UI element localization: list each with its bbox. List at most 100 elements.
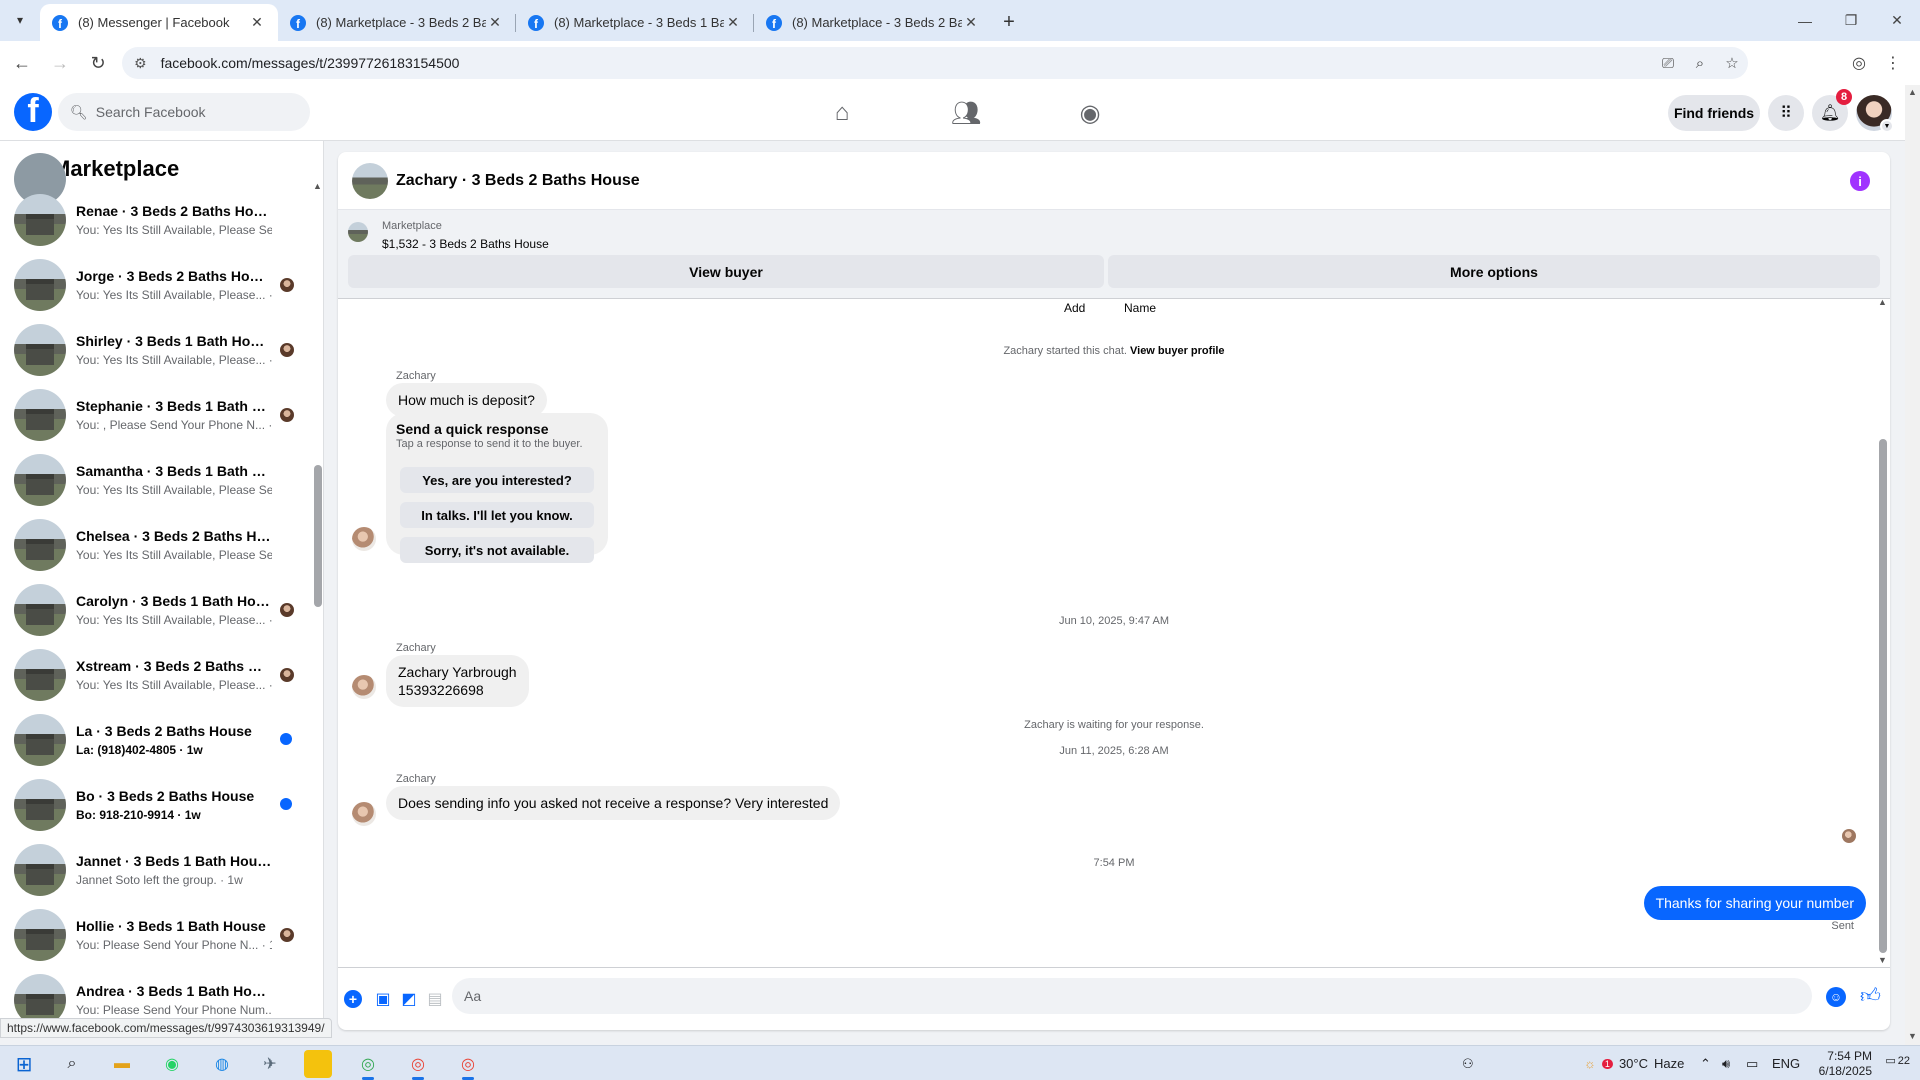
minimize-icon[interactable]: — [1782,0,1828,41]
incoming-message[interactable]: Zachary Yarbrough 15393226698 [386,655,529,707]
conversation-item[interactable]: Carolyn · 3 Beds 1 Bath House You: Yes It… [0,577,312,642]
whatsapp-icon[interactable]: ◉ [158,1050,186,1078]
conversation-item[interactable]: Chelsea · 3 Beds 2 Baths House You: Yes I… [0,512,312,577]
conversation-item[interactable]: Hollie · 3 Beds 1 Bath House You: Please … [0,902,312,967]
file-explorer-icon[interactable]: ▬ [108,1050,136,1078]
forward-arrow-icon[interactable]: → [44,47,76,79]
sticky-notes-icon[interactable] [304,1050,332,1078]
menu-kebab-icon[interactable]: ⋮ [1876,47,1910,79]
view-buyer-profile-link[interactable]: View buyer profile [1130,345,1225,357]
close-tab-icon[interactable]: ✕ [724,14,742,31]
find-friends-button[interactable]: Find friends [1668,95,1760,131]
add-plus-icon[interactable]: + [344,990,362,1008]
sender-avatar[interactable] [352,802,376,826]
sender-avatar[interactable] [352,675,376,699]
close-tab-icon[interactable]: ✕ [248,14,266,31]
incoming-message[interactable]: How much is deposit? [386,383,547,417]
scrollbar-thumb[interactable] [314,465,322,607]
scroll-down-arrow-icon[interactable]: ▼ [1908,1031,1917,1041]
message-input[interactable] [464,988,1764,1004]
chrome-icon[interactable]: ◎ [354,1050,382,1080]
notification-center[interactable]: ▭ 22 [1885,1054,1910,1068]
sender-avatar[interactable] [352,527,376,551]
sticker-icon[interactable]: ◩ [398,988,420,1010]
listing-avatar[interactable] [352,162,388,199]
info-icon[interactable]: i [1850,171,1870,191]
conversation-item[interactable]: Samantha · 3 Beds 1 Bath House You: Yes I… [0,447,312,512]
search-input[interactable] [95,104,296,120]
tab-marketplace-3[interactable]: f (8) Marketplace - 3 Beds 2 Baths ✕ [754,4,992,41]
facebook-logo-icon[interactable]: f [14,93,52,131]
back-arrow-icon[interactable]: ← [6,47,38,79]
scroll-down-arrow-icon[interactable]: ▼ [1878,955,1887,965]
conversation-item[interactable]: Shirley · 3 Beds 1 Bath House You: Yes It… [0,317,312,382]
chat-title[interactable]: Zachary · 3 Beds 2 Baths House [396,172,640,190]
notifications-bell-icon[interactable]: 🔔︎ 8 [1812,89,1852,131]
quick-reply-yes-button[interactable]: Yes, are you interested? [400,467,594,493]
close-tab-icon[interactable]: ✕ [962,14,980,31]
view-buyer-button[interactable]: View buyer [348,255,1104,288]
conversation-item[interactable]: Jannet · 3 Beds 1 Bath House Jannet Soto … [0,837,312,902]
page-scrollbar[interactable]: ▲ ▼ [1905,85,1920,1045]
restore-icon[interactable]: ❐ [1828,0,1874,41]
people-icon[interactable]: ⚇ [1462,1046,1474,1080]
url-omnibox[interactable]: ⚙ facebook.com/messages/t/23997726183154… [122,47,1748,79]
weather-widget[interactable]: ☼ 1 30°C Haze [1584,1046,1684,1080]
conversation-item[interactable]: Xstream · 3 Beds 2 Baths House You: Yes I… [0,642,312,707]
network-icon[interactable]: ▭ [1746,1046,1758,1080]
friends-icon[interactable]: 👥︎ [904,85,1028,141]
zoom-icon[interactable]: ⌕ [1684,55,1716,72]
bookmark-star-icon[interactable]: ☆ [1716,54,1748,72]
app-icon[interactable]: ✈ [256,1050,284,1078]
outgoing-message[interactable]: Thanks for sharing your number [1643,886,1866,920]
photo-icon[interactable]: ▣ [372,988,394,1010]
thumbs-up-icon[interactable]: 👍︎ [1860,984,1881,1008]
close-window-icon[interactable]: ✕ [1874,0,1920,41]
chrome-icon[interactable]: ◎ [404,1050,432,1080]
site-info-icon[interactable]: ⚙ [134,55,147,72]
profile-icon[interactable]: ◎ [1842,47,1876,79]
new-tab-button[interactable]: + [995,8,1023,36]
scroll-up-arrow-icon[interactable]: ▲ [1878,297,1887,307]
groups-icon[interactable]: ◉ [1028,85,1152,141]
tab-marketplace-2[interactable]: f (8) Marketplace - 3 Beds 1 Bath ✕ [516,4,754,41]
tab-marketplace-1[interactable]: f (8) Marketplace - 3 Beds 2 Baths ✕ [278,4,516,41]
facebook-search[interactable]: 🔍︎ [58,93,310,131]
thread-scrollbar[interactable]: ▲ ▼ [1878,297,1888,967]
conversation-item[interactable]: Renae · 3 Beds 2 Baths House You: Yes Its… [0,187,312,252]
add-label[interactable]: Add [1064,301,1085,315]
volume-icon[interactable]: 🔊︎ [1722,1046,1730,1080]
more-options-button[interactable]: More options [1108,255,1880,288]
tray-chevron-up-icon[interactable]: ⌃ [1700,1046,1711,1080]
install-app-icon[interactable]: ⎚ [1652,55,1684,72]
windows-start-icon[interactable]: ⊞ [10,1050,38,1078]
url-text[interactable]: facebook.com/messages/t/2399772618315450… [161,55,1652,71]
emoji-icon[interactable]: ☺ [1826,987,1846,1007]
name-label[interactable]: Name [1124,301,1156,315]
account-avatar[interactable]: ▼ [1856,95,1894,133]
close-tab-icon[interactable]: ✕ [486,14,504,31]
incoming-message[interactable]: Does sending info you asked not receive … [386,786,841,820]
menu-grid-icon[interactable]: ⠿ [1768,95,1804,131]
quick-reply-in-talks-button[interactable]: In talks. I'll let you know. [400,502,594,528]
scroll-up-arrow-icon[interactable]: ▲ [313,181,322,191]
tab-search-dropdown[interactable]: ▾ [8,8,32,32]
message-input-wrapper[interactable] [452,978,1812,1014]
gif-icon[interactable]: ▤ [424,988,446,1010]
app-icon[interactable]: ◍ [208,1050,236,1078]
conversation-item[interactable]: Bo · 3 Beds 2 Baths House Bo: 918-210-991… [0,772,312,837]
conversation-item[interactable]: La · 3 Beds 2 Baths House La: (918)402-48… [0,707,312,772]
language-indicator[interactable]: ENG [1772,1046,1800,1080]
home-icon[interactable]: ⌂ [780,85,904,141]
system-clock[interactable]: 7:54 PM 6/18/2025 [1819,1049,1872,1079]
scroll-up-arrow-icon[interactable]: ▲ [1908,87,1917,97]
conversation-item[interactable]: Jorge · 3 Beds 2 Baths House You: Yes Its… [0,252,312,317]
sidebar-scrollbar[interactable]: ▲ [313,141,323,1030]
scrollbar-thumb[interactable] [1879,439,1887,953]
search-icon[interactable]: ⌕ [58,1050,86,1078]
tab-messenger[interactable]: f (8) Messenger | Facebook ✕ [40,4,278,41]
conversation-item[interactable]: Stephanie · 3 Beds 1 Bath House You: , Pl… [0,382,312,447]
chrome-icon[interactable]: ◎ [454,1050,482,1080]
quick-reply-not-available-button[interactable]: Sorry, it's not available. [400,537,594,563]
reload-icon[interactable]: ↻ [82,47,114,79]
